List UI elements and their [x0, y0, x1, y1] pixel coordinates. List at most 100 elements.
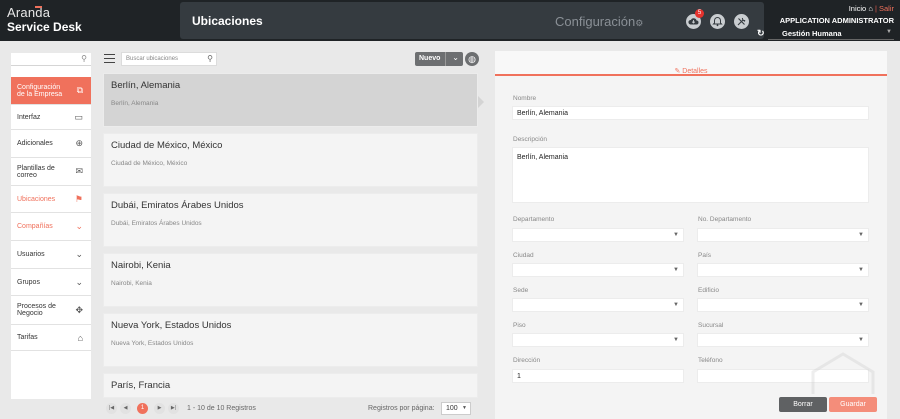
- sidebar-item-configuracion[interactable]: Configuración de la Empresa ⧉: [11, 77, 91, 105]
- new-button-label: Nuevo: [419, 55, 441, 62]
- sidebar-item-grupos[interactable]: Grupos ⌄: [11, 269, 91, 296]
- chevron-down-icon: ▼: [462, 405, 467, 411]
- sede-select[interactable]: ▼: [512, 298, 684, 312]
- sidebar-item-label: Ubicaciones: [17, 195, 56, 203]
- notification-badge: 5: [695, 9, 704, 18]
- mail-icon: ✉: [75, 166, 83, 176]
- no-departamento-select[interactable]: ▼: [697, 228, 869, 242]
- list-item[interactable]: Nairobi, Kenia Nairobi, Kenia: [103, 253, 478, 307]
- direccion-label: Dirección: [513, 357, 541, 364]
- per-page-select[interactable]: 100 ▼: [441, 402, 471, 415]
- home-icon: ⌂: [868, 4, 873, 13]
- first-page-button[interactable]: |◀: [106, 403, 117, 414]
- search-placeholder: Buscar ubicaciones: [126, 56, 179, 62]
- logo-accent: [35, 6, 42, 8]
- chevron-down-icon: ▼: [673, 232, 679, 238]
- home-link[interactable]: Inicio: [849, 4, 867, 13]
- next-page-button[interactable]: ▶: [154, 403, 165, 414]
- selection-arrow: [478, 96, 484, 108]
- piso-select[interactable]: ▼: [512, 333, 684, 347]
- list-item-name: Dubái, Emiratos Árabes Unidos: [111, 200, 244, 211]
- section-text: Configuración: [555, 14, 636, 29]
- list-item[interactable]: Ciudad de México, México Ciudad de Méxic…: [103, 133, 478, 187]
- no-departamento-label: No. Departamento: [698, 216, 752, 223]
- save-button[interactable]: Guardar: [829, 397, 877, 412]
- sidebar-item-interfaz[interactable]: Interfaz ▭: [11, 105, 91, 130]
- edificio-select[interactable]: ▼: [697, 298, 869, 312]
- list-item[interactable]: Dubái, Emiratos Árabes Unidos Dubái, Emi…: [103, 193, 478, 247]
- pais-label: País: [698, 252, 712, 259]
- delete-button[interactable]: Borrar: [779, 397, 827, 412]
- tools-icon[interactable]: [734, 14, 749, 29]
- sidebar-item-usuarios[interactable]: Usuarios ⌄: [11, 241, 91, 269]
- per-page-value: 100: [446, 405, 458, 412]
- chevron-down-icon: ▼: [858, 302, 864, 308]
- sidebar-item-plantillas[interactable]: Plantillas de correo ✉: [11, 158, 91, 186]
- sidebar-item-tarifas[interactable]: Tarifas ⌂: [11, 325, 91, 351]
- descripcion-field[interactable]: Berlín, Alemania: [512, 147, 869, 203]
- descripcion-label: Descripción: [513, 136, 547, 143]
- list-item-name: Nueva York, Estados Unidos: [111, 320, 232, 331]
- pagination: |◀ ◀ 1 ▶ ▶| 1 - 10 de 10 Registros Regis…: [103, 401, 478, 417]
- current-page[interactable]: 1: [137, 403, 148, 414]
- new-button[interactable]: Nuevo ⌄: [415, 52, 463, 66]
- sidebar-item-label: Interfaz: [17, 113, 41, 121]
- globe-icon[interactable]: ◍: [465, 52, 479, 66]
- building-icon: ⧉: [76, 85, 83, 95]
- chevron-down-icon: ▼: [673, 267, 679, 273]
- search-icon: ⚲: [207, 54, 213, 63]
- list-item[interactable]: Berlín, Alemania Berlín, Alemania: [103, 73, 478, 127]
- last-page-button[interactable]: ▶|: [168, 403, 179, 414]
- chevron-down-icon: ⌄: [75, 221, 83, 231]
- sucursal-label: Sucursal: [698, 322, 724, 329]
- departamento-select[interactable]: ▼: [512, 228, 684, 242]
- list-item-name: Ciudad de México, México: [111, 140, 223, 151]
- search-input[interactable]: Buscar ubicaciones ⚲: [121, 52, 217, 66]
- list-item-name: Nairobi, Kenia: [111, 260, 171, 271]
- sidebar-item-procesos[interactable]: Procesos de Negocio ✥: [11, 296, 91, 325]
- page-title: Ubicaciones: [192, 14, 263, 28]
- header-links: Inicio ⌂ | Salir: [780, 4, 894, 13]
- title-bar: Ubicaciones Configuración⚙ 5: [180, 2, 764, 39]
- nombre-label: Nombre: [513, 95, 537, 102]
- sidebar-search[interactable]: ⚲: [11, 53, 91, 66]
- sidebar-item-ubicaciones[interactable]: Ubicaciones ⚑: [11, 186, 91, 213]
- tab-detalles-label: ✎ Detalles: [674, 59, 707, 75]
- project-select[interactable]: ↻ Gestión Humana ▼: [757, 28, 894, 40]
- pais-select[interactable]: ▼: [697, 263, 869, 277]
- cloud-icon[interactable]: 5: [686, 9, 704, 29]
- prev-page-button[interactable]: ◀: [120, 403, 131, 414]
- brand-logo: Aranda Service Desk: [7, 5, 82, 34]
- sidebar-item-companias[interactable]: Compañías ⌄: [11, 213, 91, 241]
- sidebar-item-adicionales[interactable]: Adicionales ⊕: [11, 130, 91, 158]
- chevron-down-icon: ⌄: [75, 249, 83, 259]
- direccion-field[interactable]: 1: [512, 369, 684, 383]
- sidebar-item-label: Tarifas: [17, 334, 38, 341]
- nombre-field[interactable]: Berlín, Alemania: [512, 106, 869, 120]
- list-item-sub: Nairobi, Kenia: [111, 280, 152, 287]
- sidebar-item-label: Procesos de Negocio: [17, 303, 56, 317]
- search-icon: ⚲: [81, 54, 87, 63]
- chevron-down-icon: ▼: [886, 29, 892, 35]
- signpost-icon: ⚑: [74, 193, 83, 204]
- chevron-down-icon: ▼: [673, 337, 679, 343]
- bell-icon[interactable]: [710, 14, 725, 29]
- list-item-sub: Berlín, Alemania: [111, 100, 159, 107]
- sidebar-item-label: Compañías: [17, 223, 53, 230]
- chevron-down-icon: ▼: [858, 232, 864, 238]
- tab-detalles[interactable]: ✎ Detalles: [495, 51, 887, 76]
- menu-icon[interactable]: [104, 54, 115, 63]
- per-page-label: Registros por página:: [368, 405, 435, 412]
- chevron-down-icon[interactable]: ⌄: [452, 53, 459, 62]
- link-separator: |: [874, 4, 877, 13]
- list-item[interactable]: Nueva York, Estados Unidos Nueva York, E…: [103, 313, 478, 367]
- tab-detalles-text: Detalles: [682, 68, 708, 75]
- watermark-logo: [811, 352, 875, 394]
- ciudad-select[interactable]: ▼: [512, 263, 684, 277]
- sucursal-select[interactable]: ▼: [697, 333, 869, 347]
- logout-link[interactable]: Salir: [879, 4, 894, 13]
- edificio-label: Edificio: [698, 287, 719, 294]
- refresh-icon[interactable]: ↻: [757, 28, 765, 39]
- section-label: Configuración⚙: [555, 14, 643, 29]
- list-item[interactable]: París, Francia: [103, 373, 478, 398]
